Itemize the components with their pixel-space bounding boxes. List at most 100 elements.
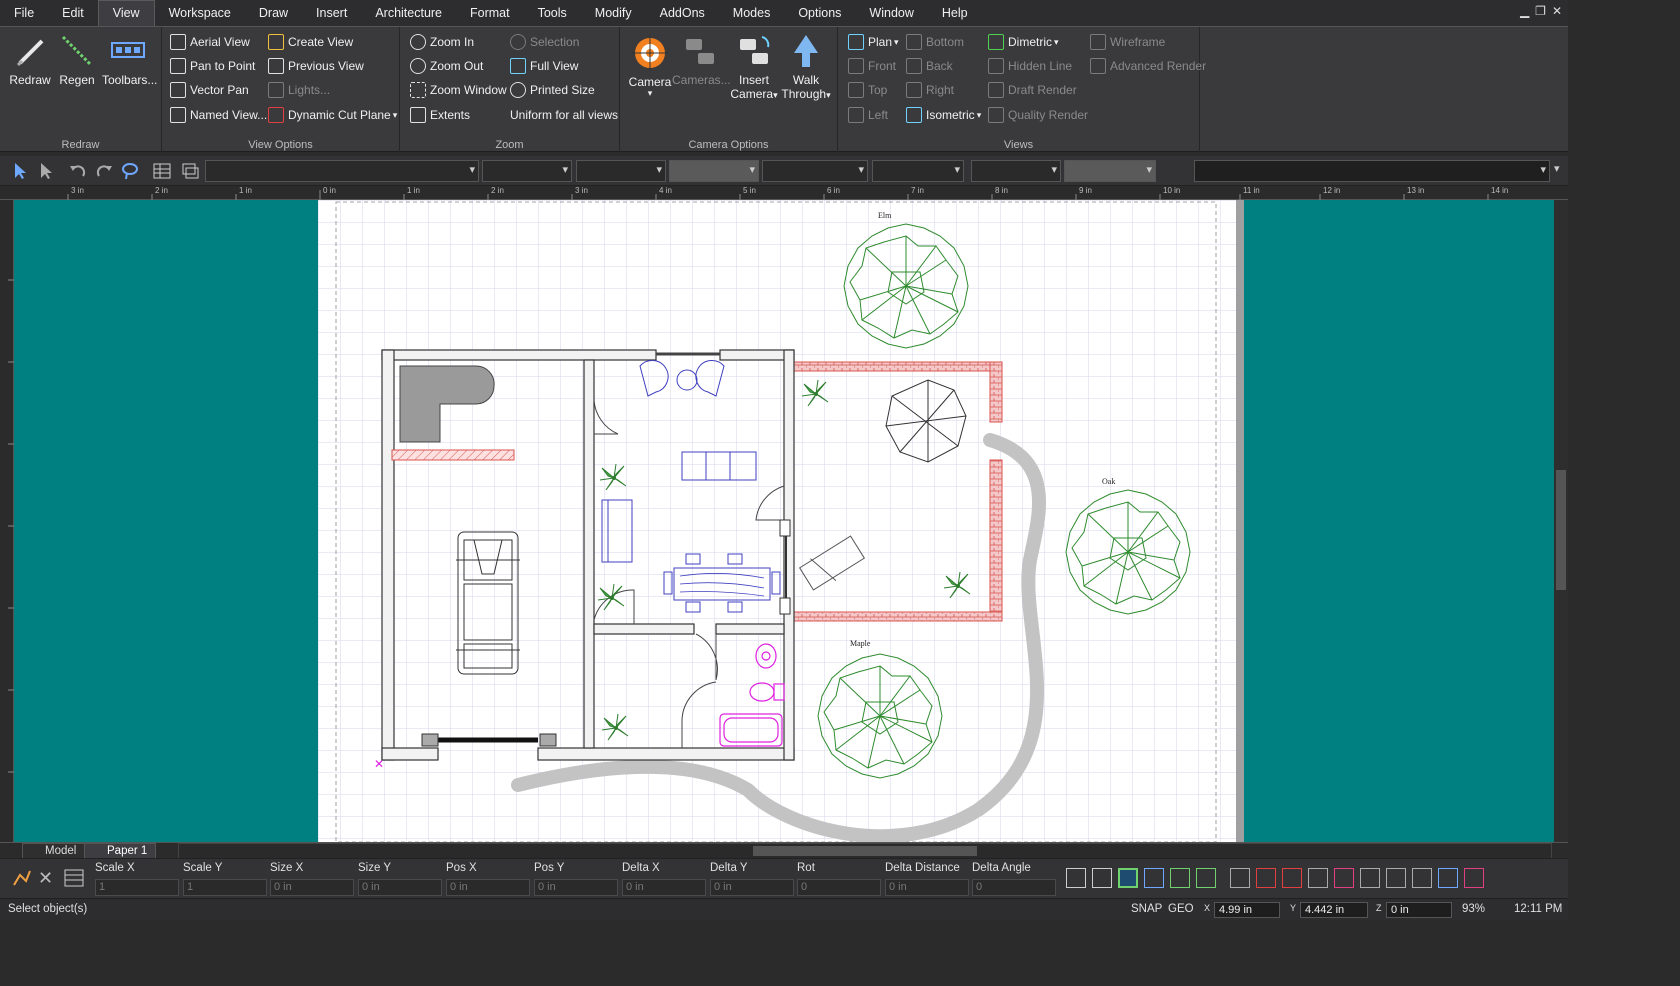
snap-intersection-icon[interactable] <box>1196 868 1216 888</box>
line-style-combo[interactable] <box>482 160 572 182</box>
extents-button[interactable]: Extents <box>410 104 470 126</box>
aerial-view-button[interactable]: Aerial View <box>170 31 250 53</box>
menu-help[interactable]: Help <box>928 0 982 26</box>
snap-grid-icon[interactable] <box>1066 868 1086 888</box>
pick-tool-icon[interactable] <box>36 161 56 181</box>
cancel-icon[interactable]: ✕ <box>38 868 53 889</box>
command-combo[interactable] <box>1194 160 1550 182</box>
layers-icon[interactable] <box>180 161 200 181</box>
walk-through-button[interactable]: Walk Through▾ <box>780 33 832 101</box>
restore-icon[interactable]: ❐ <box>1535 4 1546 18</box>
snap-endpoint-icon[interactable] <box>1118 868 1138 888</box>
selection-zoom-button[interactable]: Selection <box>510 31 579 53</box>
delta-distance-input[interactable]: 0 in <box>885 879 969 896</box>
line-weight-combo[interactable] <box>576 160 666 182</box>
insert-camera-button[interactable]: Insert Camera▾ <box>728 33 780 101</box>
vertical-scrollbar[interactable] <box>1554 200 1568 842</box>
menu-options[interactable]: Options <box>784 0 855 26</box>
minimize-icon[interactable]: ▁ <box>1520 4 1529 18</box>
snap-nearest-icon[interactable] <box>1334 868 1354 888</box>
front-view-button[interactable]: Front <box>848 55 896 77</box>
camera-button[interactable]: Camera ▾ <box>624 35 676 98</box>
menu-workspace[interactable]: Workspace <box>155 0 245 26</box>
grid-icon[interactable] <box>152 161 172 181</box>
geo-toggle[interactable]: GEO <box>1168 903 1194 915</box>
menu-modify[interactable]: Modify <box>581 0 646 26</box>
size-x-input[interactable]: 0 in <box>270 879 354 896</box>
wireframe-button[interactable]: Wireframe <box>1090 31 1165 53</box>
back-view-button[interactable]: Back <box>906 55 953 77</box>
pan-to-point-button[interactable]: Pan to Point <box>170 55 255 77</box>
menu-modes[interactable]: Modes <box>719 0 785 26</box>
toolbar-overflow-icon[interactable]: ▾ <box>1554 162 1560 175</box>
delta-angle-input[interactable]: 0 <box>972 879 1056 896</box>
snap-midpoint-icon[interactable] <box>1144 868 1164 888</box>
snap-apparent-icon[interactable] <box>1438 868 1458 888</box>
tab-model[interactable]: Model <box>22 843 86 859</box>
menu-window[interactable]: Window <box>855 0 927 26</box>
scale-y-input[interactable]: 1 <box>183 879 267 896</box>
x-coordinate[interactable]: 4.99 in <box>1214 902 1280 918</box>
previous-view-button[interactable]: Previous View <box>268 55 364 77</box>
quality-render-button[interactable]: Quality Render <box>988 104 1088 126</box>
top-view-button[interactable]: Top <box>848 79 887 101</box>
layer-combo[interactable] <box>205 160 479 182</box>
isometric-view-button[interactable]: Isometric ▾ <box>906 104 981 126</box>
snap-perpendicular-icon[interactable] <box>1230 868 1250 888</box>
full-view-button[interactable]: Full View <box>510 55 578 77</box>
snap-parallel-icon[interactable] <box>1412 868 1432 888</box>
size-y-input[interactable]: 0 in <box>358 879 442 896</box>
delta-y-input[interactable]: 0 in <box>710 879 794 896</box>
menu-architecture[interactable]: Architecture <box>361 0 456 26</box>
snap-angle-icon[interactable] <box>1092 868 1112 888</box>
menu-tools[interactable]: Tools <box>524 0 581 26</box>
redo-icon[interactable] <box>94 161 114 181</box>
snap-object-icon[interactable] <box>1464 868 1484 888</box>
zoom-in-button[interactable]: Zoom In <box>410 31 474 53</box>
scale-x-input[interactable]: 1 <box>95 879 179 896</box>
snap-tool-icon[interactable] <box>10 867 32 892</box>
dynamic-cut-plane-button[interactable]: Dynamic Cut Plane ▾ <box>268 104 397 126</box>
snap-tangent-icon[interactable] <box>1256 868 1276 888</box>
menu-insert[interactable]: Insert <box>302 0 361 26</box>
redraw-button[interactable]: Redraw <box>4 33 56 87</box>
menu-addons[interactable]: AddOns <box>646 0 719 26</box>
cameras-button[interactable]: Cameras... <box>672 33 731 87</box>
menu-file[interactable]: File <box>0 0 48 26</box>
advanced-render-button[interactable]: Advanced Render <box>1090 55 1206 77</box>
regen-button[interactable]: Regen <box>51 33 103 87</box>
uniform-all-views-button[interactable]: Uniform for all views <box>510 104 618 126</box>
text-style-combo[interactable] <box>971 160 1061 182</box>
drawing-canvas[interactable]: ✕ Elm Oak Maple <box>14 200 1554 842</box>
horizontal-scrollbar[interactable] <box>178 843 1552 859</box>
named-view-button[interactable]: Named View... <box>170 104 267 126</box>
pos-y-input[interactable]: 0 in <box>534 879 618 896</box>
horizontal-scroll-thumb[interactable] <box>753 846 977 856</box>
pos-x-input[interactable]: 0 in <box>446 879 530 896</box>
left-view-button[interactable]: Left <box>848 104 888 126</box>
snap-toggle[interactable]: SNAP <box>1131 903 1162 915</box>
lasso-icon[interactable] <box>120 161 140 181</box>
snap-node-icon[interactable] <box>1308 868 1328 888</box>
menu-view[interactable]: View <box>97 0 155 26</box>
hidden-line-button[interactable]: Hidden Line <box>988 55 1072 77</box>
zoom-window-button[interactable]: Zoom Window <box>410 79 507 101</box>
delta-x-input[interactable]: 0 in <box>622 879 706 896</box>
menu-edit[interactable]: Edit <box>48 0 98 26</box>
lights-button[interactable]: Lights... <box>268 79 330 101</box>
table-icon[interactable] <box>64 869 84 890</box>
snap-quadrant-icon[interactable] <box>1282 868 1302 888</box>
text-size-combo[interactable] <box>1064 160 1156 182</box>
z-coordinate[interactable]: 0 in <box>1386 902 1452 918</box>
select-arrow-icon[interactable] <box>10 161 30 181</box>
close-icon[interactable]: ✕ <box>1552 4 1562 18</box>
rot-input[interactable]: 0 <box>797 879 881 896</box>
snap-extension-icon[interactable] <box>1386 868 1406 888</box>
y-coordinate[interactable]: 4.442 in <box>1300 902 1368 918</box>
snap-center-icon[interactable] <box>1170 868 1190 888</box>
printed-size-button[interactable]: Printed Size <box>510 79 595 101</box>
plan-view-button[interactable]: Plan ▾ <box>848 31 899 53</box>
menu-format[interactable]: Format <box>456 0 524 26</box>
tab-paper-1[interactable]: Paper 1 <box>84 843 157 859</box>
create-view-button[interactable]: Create View <box>268 31 353 53</box>
